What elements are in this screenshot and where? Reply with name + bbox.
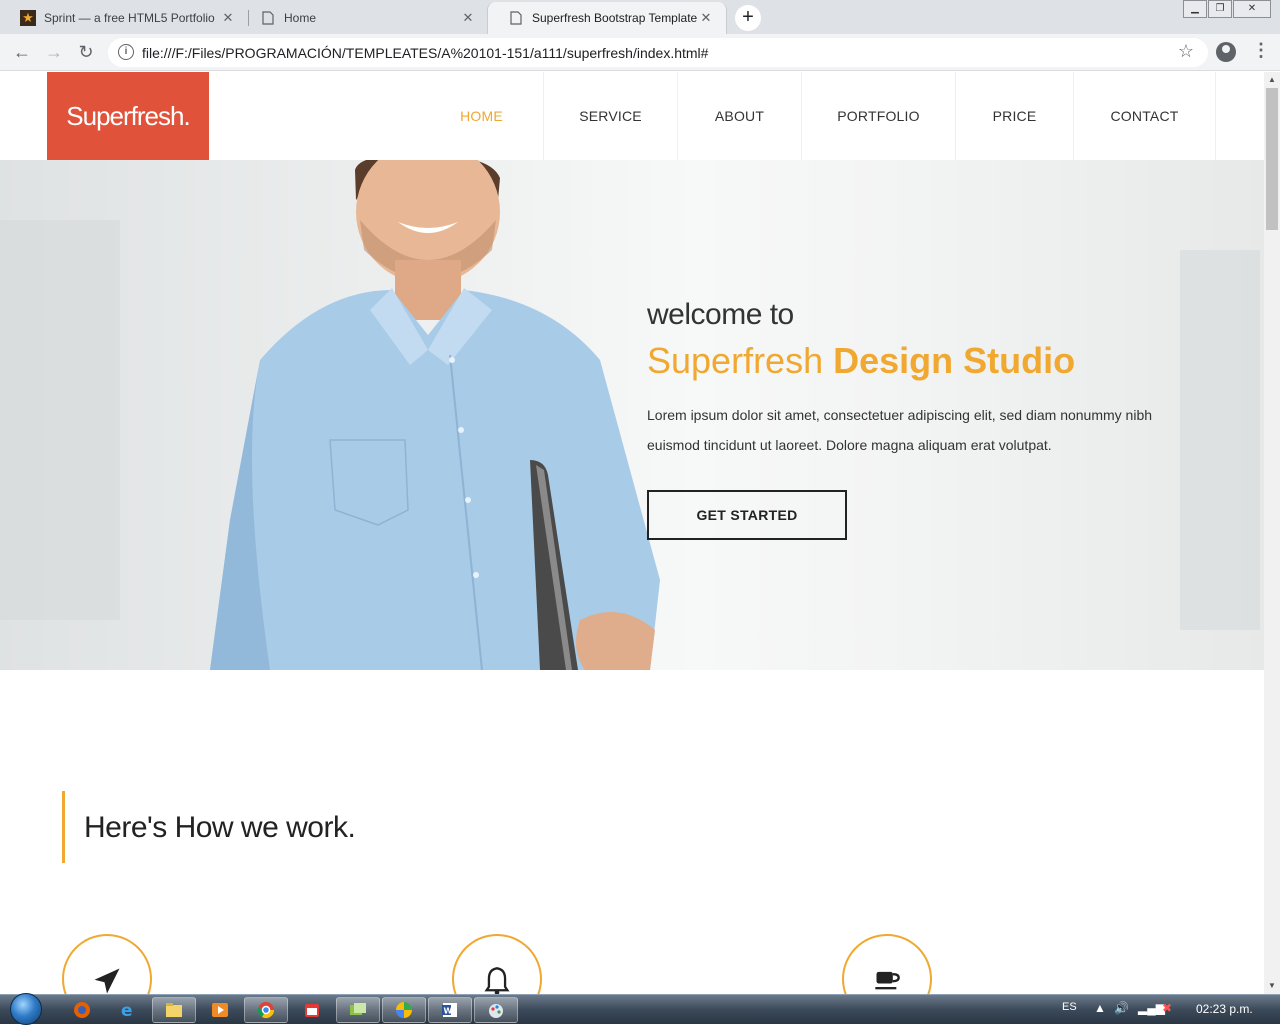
work-heading-text: Here's How we work. [84,811,356,844]
new-tab-button[interactable]: + [735,5,761,31]
word-icon[interactable]: W [428,997,472,1023]
paper-plane-icon [64,966,150,994]
system-clock[interactable]: 02:23 p.m. [1196,1002,1253,1016]
site-header: Superfresh. HOME SERVICE ABOUT PORTFOLIO… [0,72,1264,160]
hero-person-image [210,160,660,670]
restore-button[interactable]: ❐ [1208,0,1232,18]
picasa-icon[interactable] [382,997,426,1023]
calendar-app-icon[interactable] [290,997,334,1023]
hero-title-bold: Design Studio [833,340,1076,381]
background-blur [1180,250,1260,630]
network-error-icon[interactable]: ✖ [1162,1001,1172,1015]
info-icon[interactable]: i [118,44,134,60]
hero-section: welcome to Superfresh Design Studio Lore… [0,160,1264,670]
photo-gallery-icon[interactable] [336,997,380,1023]
nav-about[interactable]: ABOUT [678,72,802,160]
volume-icon[interactable]: 🔊 [1114,1001,1129,1015]
close-icon[interactable]: ✕ [698,10,714,26]
svg-text:e: e [121,1001,133,1019]
paint-icon[interactable] [474,997,518,1023]
tab-title: Home [284,11,317,25]
nav-service[interactable]: SERVICE [544,72,678,160]
scroll-thumb[interactable] [1266,88,1278,230]
internet-explorer-icon[interactable]: e [106,997,150,1023]
hero-welcome-text: welcome to [647,298,794,331]
feature-circle [62,934,152,994]
main-navigation: HOME SERVICE ABOUT PORTFOLIO PRICE CONTA… [420,72,1216,160]
window-close-button[interactable]: ✕ [1233,0,1271,18]
svg-text:W: W [444,1007,453,1016]
vertical-scrollbar[interactable]: ▲ ▼ [1264,72,1280,994]
forward-arrow-icon[interactable]: → [42,40,66,64]
scroll-up-icon[interactable]: ▲ [1264,72,1280,88]
windows-taskbar: e W ES ▲ 🔊 ▂▄▆ ✖ 02:23 p.m. [0,993,1280,1025]
chrome-icon[interactable] [244,997,288,1023]
reload-icon[interactable]: ↻ [74,40,98,64]
nav-price[interactable]: PRICE [956,72,1074,160]
close-icon[interactable]: ✕ [220,10,236,26]
back-arrow-icon[interactable]: ← [10,40,34,64]
get-started-button[interactable]: GET STARTED [647,490,847,540]
feature-circle [842,934,932,994]
tab-sprint[interactable]: ★ Sprint — a free HTML5 Portfolio ✕ [0,2,248,34]
kebab-menu-icon[interactable]: ⋮ [1252,40,1270,61]
star-favicon-icon: ★ [20,10,36,26]
page-viewport: Superfresh. HOME SERVICE ABOUT PORTFOLIO… [0,72,1264,994]
page-icon [260,10,276,26]
url-text[interactable]: file:///F:/Files/PROGRAMACIÓN/TEMPLEATES… [142,45,708,61]
page-icon [508,10,524,26]
hero-description: Lorem ipsum dolor sit amet, consectetuer… [647,407,1153,453]
nav-contact[interactable]: CONTACT [1074,72,1216,160]
signal-bars-icon[interactable]: ▂▄▆ [1138,1001,1165,1015]
tab-home[interactable]: Home ✕ [240,2,488,34]
browser-tab-strip: ★ Sprint — a free HTML5 Portfolio ✕ Home… [0,0,1280,34]
tab-superfresh[interactable]: Superfresh Bootstrap Template ✕ [487,2,727,34]
file-explorer-icon[interactable] [152,997,196,1023]
address-bar[interactable]: i file:///F:/Files/PROGRAMACIÓN/TEMPLEAT… [108,38,1208,67]
profile-avatar-icon[interactable] [1216,42,1236,62]
bookmark-star-icon[interactable]: ☆ [1178,41,1194,62]
hero-title: Superfresh Design Studio [647,340,1075,382]
close-icon[interactable]: ✕ [460,10,476,26]
windows-logo-icon [10,993,42,1025]
show-hidden-icons-icon[interactable]: ▲ [1094,1001,1106,1015]
nav-home[interactable]: HOME [420,72,544,160]
section-heading: Here's How we work. [62,791,356,863]
coffee-cup-icon [844,966,930,994]
start-button[interactable] [6,993,46,1025]
nav-portfolio[interactable]: PORTFOLIO [802,72,956,160]
minimize-button[interactable]: ▁ [1183,0,1207,18]
bell-icon [454,966,540,994]
scroll-down-icon[interactable]: ▼ [1264,978,1280,994]
tab-title: Sprint — a free HTML5 Portfolio [44,11,215,25]
hero-title-normal: Superfresh [647,340,834,381]
firefox-icon[interactable] [60,997,104,1023]
media-player-icon[interactable] [198,997,242,1023]
feature-circle [452,934,542,994]
site-logo[interactable]: Superfresh. [47,72,209,160]
language-indicator[interactable]: ES [1062,1001,1077,1013]
tab-title: Superfresh Bootstrap Template [532,11,698,25]
browser-toolbar: ← → ↻ i file:///F:/Files/PROGRAMACIÓN/TE… [0,34,1280,71]
background-blur [0,220,120,620]
